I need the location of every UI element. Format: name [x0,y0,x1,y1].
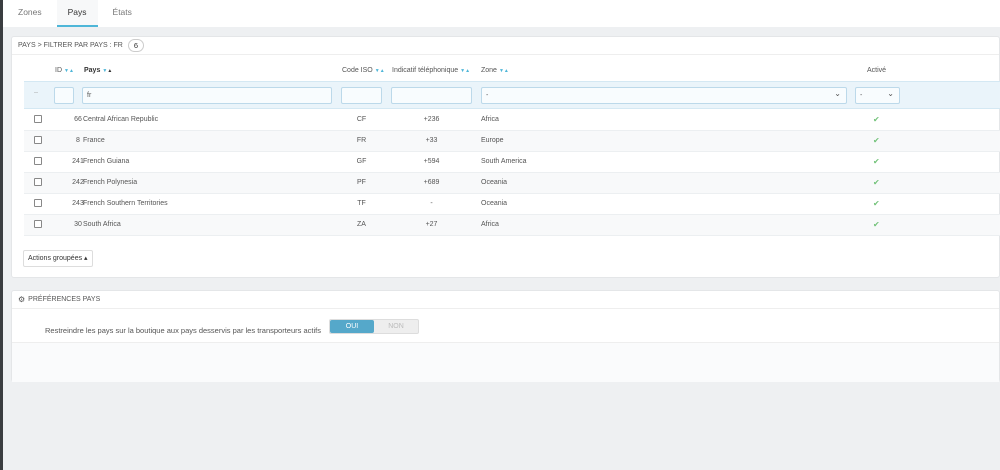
table-row[interactable]: 241 French Guiana GF +594 South America … [24,152,1000,173]
row-checkbox[interactable] [34,220,42,228]
column-call-prefix[interactable]: Indicatif téléphonique ▼▲ [392,67,470,74]
cell-prefix: +236 [423,116,440,123]
cell-country: France [83,137,105,144]
column-active: Activé [867,67,887,74]
toggle-no[interactable]: NON [374,320,418,333]
check-icon[interactable]: ✔ [873,178,880,187]
tab-pays[interactable]: Pays [56,0,98,27]
cell-zone: Africa [481,116,499,123]
panel-heading: Pays > Filtrer par pays : fr 6 [12,37,999,55]
cell-zone: South America [481,158,527,165]
sort-icon[interactable]: ▼▲ [375,68,385,74]
panel-heading: ⚙ Préférences pays [12,291,999,309]
cell-country: South Africa [83,221,121,228]
table-row[interactable]: 243 French Southern Territories TF - Oce… [24,194,1000,215]
check-icon[interactable]: ✔ [873,199,880,208]
panel-title: Préférences pays [28,296,101,303]
panel-title: Pays > Filtrer par pays : fr [18,42,123,49]
filter-reset[interactable]: -- [34,90,38,96]
countries-list-panel: Pays > Filtrer par pays : fr 6 ID ▼▲ Pays… [11,36,1000,278]
cell-iso: CF [356,116,367,123]
cell-country: French Guiana [83,158,130,165]
table-row[interactable]: 8 France FR +33 Europe ✔ [24,131,1000,152]
cell-zone: Europe [481,137,504,144]
tab-bar: Zones Pays États [3,0,1000,27]
column-label: ID [55,67,62,74]
cell-prefix: +33 [425,137,438,144]
cell-iso: GF [356,158,367,165]
cell-country: French Polynesia [83,179,138,186]
cell-prefix: +594 [423,158,440,165]
tab-zones[interactable]: Zones [7,0,53,27]
row-checkbox[interactable] [34,136,42,144]
table-row[interactable]: 30 South Africa ZA +27 Africa ✔ [24,215,1000,236]
column-label: Pays [84,67,101,74]
toggle-yes[interactable]: OUI [330,320,374,333]
column-id[interactable]: ID ▼▲ [55,67,74,74]
check-icon[interactable]: ✔ [873,136,880,145]
cell-iso: FR [356,137,367,144]
cell-country: Central African Republic [83,116,159,123]
row-checkbox[interactable] [34,157,42,165]
sort-icon[interactable]: ▼▲ [102,68,112,74]
column-label: Zone [481,67,497,74]
filter-id-input[interactable] [54,87,74,104]
restrict-countries-label: Restreindre les pays sur la boutique aux… [45,326,321,335]
country-preferences-panel: ⚙ Préférences pays Restreindre les pays … [11,290,1000,382]
table-header: ID ▼▲ Pays ▼▲ Code ISO ▼▲ Indicatif télépho… [12,67,999,79]
filter-iso-input[interactable] [341,87,382,104]
cell-prefix: +27 [425,221,438,228]
cell-iso: ZA [357,221,366,228]
row-checkbox[interactable] [34,199,42,207]
window-edge [0,0,3,470]
panel-footer [12,342,999,382]
filter-zone-select[interactable]: - [481,86,847,104]
cell-iso: TF [357,200,366,207]
filter-row: -- fr - - [24,81,1000,109]
filter-active-select[interactable]: - [855,86,900,104]
check-icon[interactable]: ✔ [873,115,880,124]
column-iso[interactable]: Code ISO ▼▲ [342,67,385,74]
cell-prefix: +689 [423,179,440,186]
table-row[interactable]: 66 Central African Republic CF +236 Afri… [24,110,1000,131]
check-icon[interactable]: ✔ [873,157,880,166]
filter-prefix-input[interactable] [391,87,472,104]
cell-zone: Oceania [481,179,508,186]
cell-country: French Southern Territories [83,200,168,207]
table-row[interactable]: 242 French Polynesia PF +689 Oceania ✔ [24,173,1000,194]
cell-prefix: - [430,200,433,207]
check-icon[interactable]: ✔ [873,220,880,229]
cell-zone: Africa [481,221,499,228]
gears-icon: ⚙ [18,295,26,304]
restrict-countries-toggle[interactable]: OUI NON [329,319,419,334]
column-label: Indicatif téléphonique [392,67,459,74]
column-label: Code ISO [342,67,373,74]
column-zone[interactable]: Zone ▼▲ [481,67,509,74]
filter-country-input[interactable]: fr [82,87,332,104]
sort-icon[interactable]: ▼▲ [499,68,509,74]
row-checkbox[interactable] [34,178,42,186]
column-country[interactable]: Pays ▼▲ [84,67,112,74]
cell-iso: PF [357,179,366,186]
row-checkbox[interactable] [34,115,42,123]
count-badge: 6 [127,39,145,52]
sort-icon[interactable]: ▼▲ [64,68,74,74]
cell-zone: Oceania [481,200,508,207]
sort-icon[interactable]: ▼▲ [460,68,470,74]
tab-etats[interactable]: États [102,0,143,27]
bulk-actions-button[interactable]: Actions groupées ▴ [23,250,93,267]
